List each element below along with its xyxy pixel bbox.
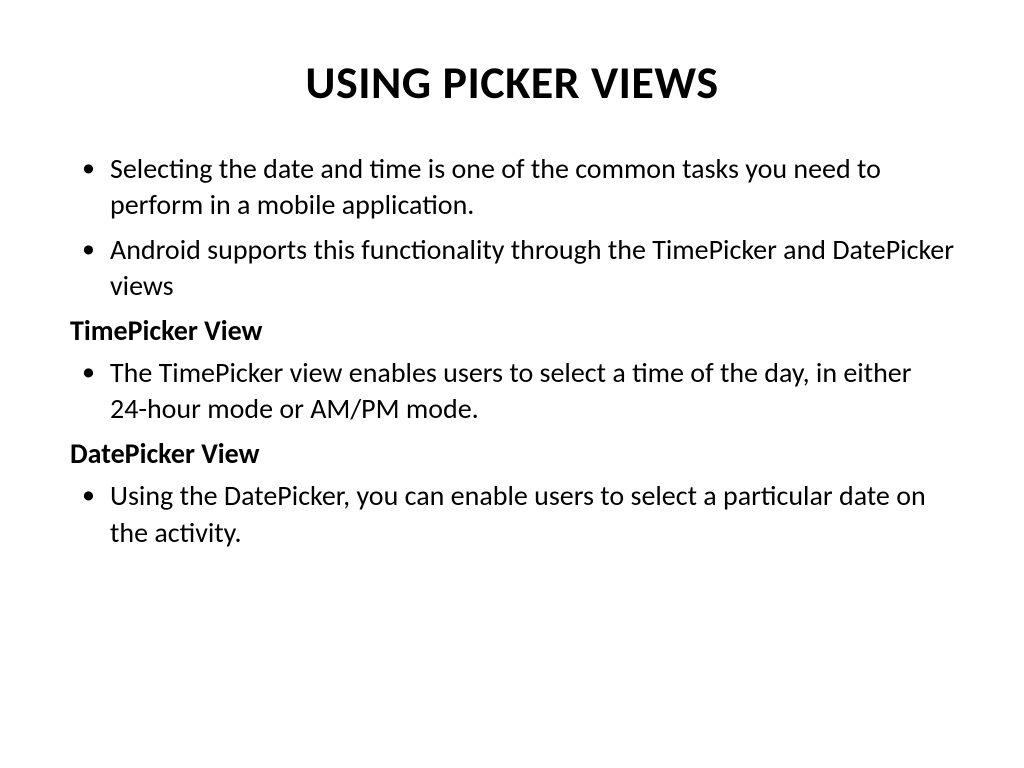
bullet-item: Using the DatePicker, you can enable use… [70,478,954,551]
bullet-item: The TimePicker view enables users to sel… [70,355,954,428]
slide-content: Selecting the date and time is one of th… [70,151,954,551]
subheading-timepicker: TimePicker View [70,313,954,349]
bullet-item: Android supports this functionality thro… [70,232,954,305]
subheading-datepicker: DatePicker View [70,436,954,472]
slide-title: USING PICKER VIEWS [70,55,954,111]
bullet-item: Selecting the date and time is one of th… [70,151,954,224]
